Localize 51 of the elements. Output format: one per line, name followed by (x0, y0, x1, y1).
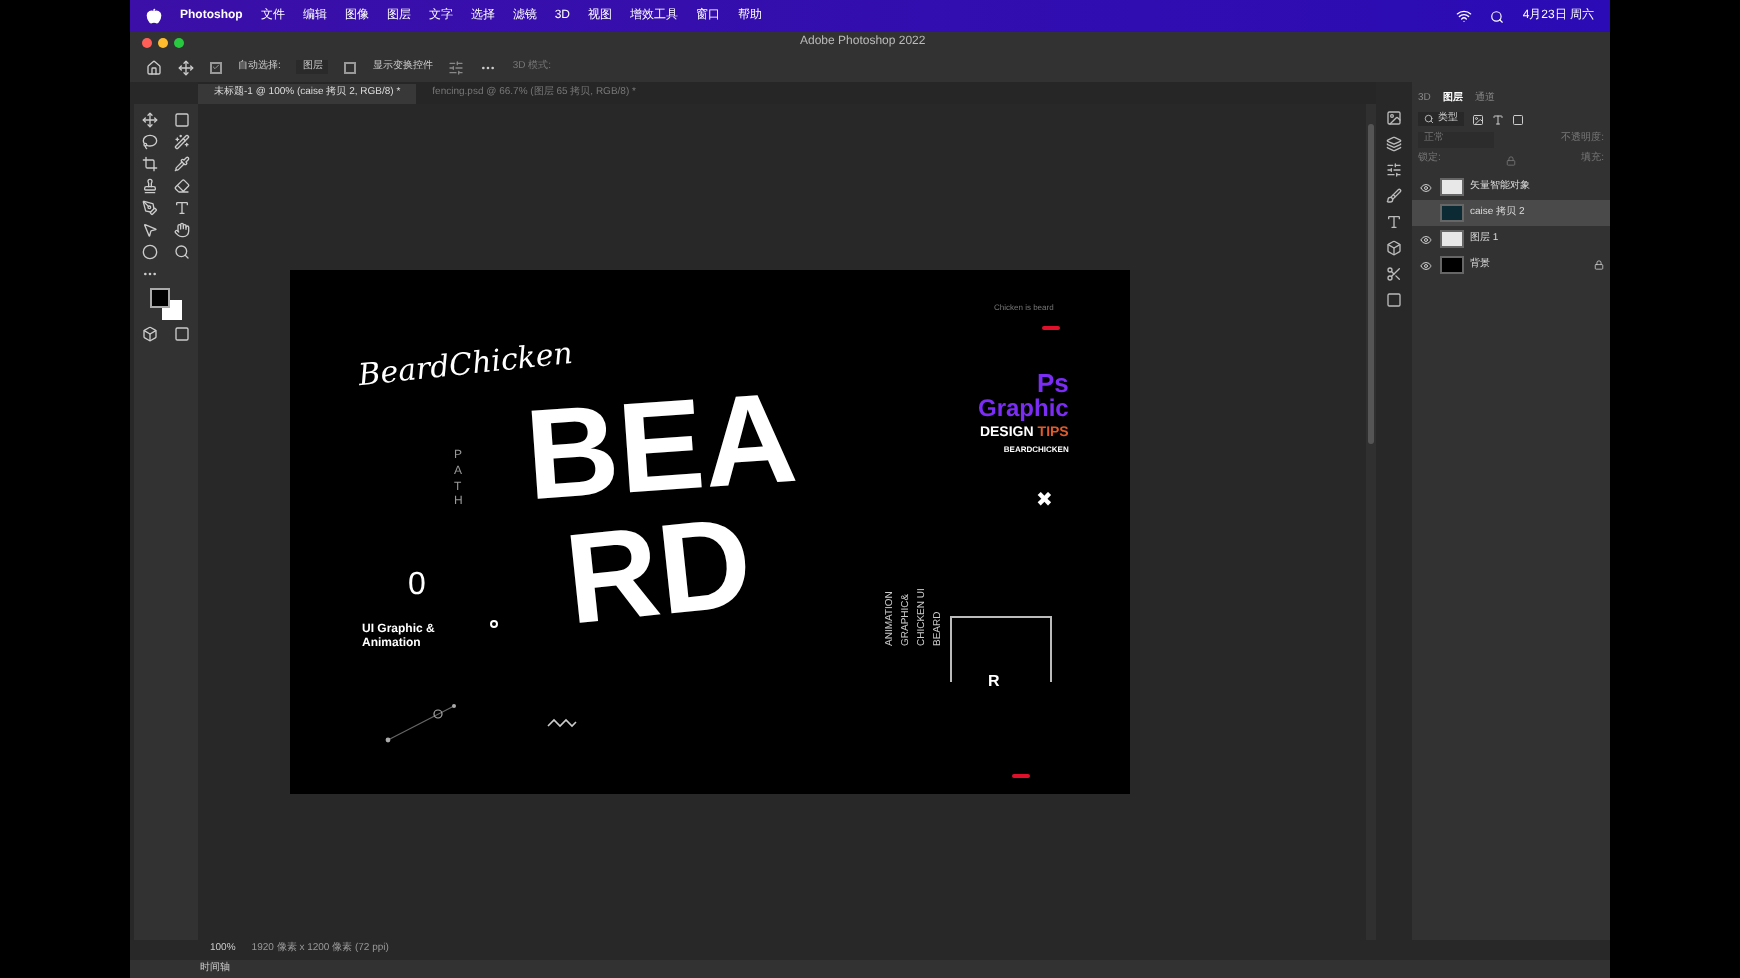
panel-icon[interactable] (1386, 266, 1402, 282)
panel-icon[interactable] (1386, 240, 1402, 256)
tool-icon[interactable] (142, 112, 158, 128)
visibility-eye-icon[interactable] (1420, 233, 1432, 245)
graphic-text: Graphic (978, 396, 1069, 420)
search-icon[interactable] (1490, 9, 1505, 23)
tool-icon[interactable] (174, 200, 190, 216)
tool-icon[interactable] (174, 244, 190, 260)
layer-thumbnail (1440, 178, 1464, 196)
ps-text: Ps (1036, 370, 1069, 396)
visibility-eye-icon[interactable] (1420, 259, 1432, 271)
tool-icon[interactable] (142, 178, 158, 194)
checkbox[interactable] (210, 61, 222, 73)
layer-thumbnail (1440, 230, 1464, 248)
wave-icon (546, 718, 578, 730)
color-swatches[interactable] (150, 288, 182, 320)
panel-icon[interactable] (1386, 136, 1402, 152)
tool-icon[interactable] (174, 112, 190, 128)
checkbox[interactable] (344, 61, 357, 73)
number-text: 0 (408, 566, 426, 606)
wifi-icon[interactable] (1456, 8, 1473, 24)
ring-icon (490, 620, 498, 628)
apple-icon[interactable] (146, 8, 162, 24)
tool-icon[interactable] (142, 134, 158, 150)
lock-icon[interactable] (1506, 155, 1516, 165)
layer-thumbnail (1440, 256, 1464, 274)
panel-icon[interactable] (1386, 292, 1402, 308)
cross-mark: ✖ (1036, 488, 1052, 516)
panel-icon[interactable] (1386, 188, 1402, 204)
accent-dash (1012, 774, 1030, 778)
dotted-line-drawing (382, 698, 462, 746)
move-icon[interactable] (178, 59, 194, 75)
filter-shape-icon[interactable] (1512, 113, 1524, 125)
panel-icon[interactable] (1386, 214, 1402, 230)
tool-icon[interactable] (174, 222, 190, 238)
panel-icon[interactable] (1386, 110, 1402, 126)
tool-icon[interactable] (174, 178, 190, 194)
filter-text-icon[interactable] (1492, 113, 1504, 125)
tool-icon[interactable] (142, 156, 158, 172)
visibility-eye-icon[interactable] (1420, 181, 1432, 193)
accent-dash (1042, 326, 1060, 330)
tool-icon[interactable] (174, 134, 190, 150)
scrollbar[interactable] (1366, 104, 1376, 940)
lock-icon (1594, 260, 1604, 270)
layer-thumbnail (1440, 204, 1464, 222)
home-icon[interactable] (146, 59, 162, 75)
tool-icon[interactable] (142, 200, 158, 216)
tool-icon[interactable] (174, 156, 190, 172)
panel-icon[interactable] (1386, 162, 1402, 178)
search-icon (1424, 114, 1434, 124)
filter-image-icon[interactable] (1472, 113, 1484, 125)
